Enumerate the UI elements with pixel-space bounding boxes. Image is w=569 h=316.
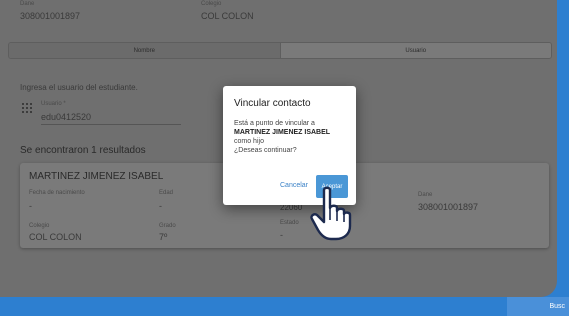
grid-icon xyxy=(22,100,32,118)
search-button[interactable]: Busc xyxy=(507,297,569,316)
card-dane-value: 308001001897 xyxy=(418,202,479,212)
card-colegio-label: Colegio xyxy=(29,223,50,229)
card-colegio-value: COL COLON xyxy=(29,232,82,242)
dialog-line-2: como hijo xyxy=(234,138,264,145)
estado-label: Estado xyxy=(280,220,299,226)
search-instruction: Ingresa el usuario del estudiante. xyxy=(20,83,138,92)
colegio-label: Colegio xyxy=(201,1,222,7)
cancel-button[interactable]: Cancelar xyxy=(280,182,308,189)
dialog-title: Vincular contacto xyxy=(234,98,311,109)
grado-value: 7º xyxy=(159,232,168,242)
student-name: MARTINEZ JIMENEZ ISABEL xyxy=(29,171,164,182)
colegio-value: COL COLON xyxy=(201,11,254,21)
grado-label: Grado xyxy=(159,223,176,229)
fecha-label: Fecha de nacimiento xyxy=(29,190,85,196)
dialog-student-name: MARTINEZ JIMENEZ ISABEL xyxy=(234,129,331,136)
card-dane-label: Dane xyxy=(418,192,433,198)
toggle-usuario[interactable]: Usuario xyxy=(279,43,551,58)
dialog-body: Está a punto de vincular a MARTINEZ JIME… xyxy=(234,119,352,155)
edad-value: - xyxy=(159,201,162,211)
usuario-input-underline xyxy=(41,124,181,125)
dane-value: 308001001897 xyxy=(20,11,81,21)
dialog-line-3: ¿Deseas continuar? xyxy=(234,147,297,154)
search-mode-toggle: Nombre Usuario xyxy=(8,42,552,59)
dialog-line-1: Está a punto de vincular a xyxy=(234,120,315,127)
page-overlay: Dane 308001001897 Colegio COL COLON Nomb… xyxy=(0,0,557,297)
toggle-nombre[interactable]: Nombre xyxy=(9,43,280,58)
usuario-field-label: Usuario * xyxy=(41,101,66,107)
hand-cursor-icon xyxy=(310,186,352,246)
results-heading: Se encontraron 1 resultados xyxy=(20,145,146,156)
edad-label: Edad xyxy=(159,190,174,196)
estado-value: - xyxy=(280,230,283,240)
usuario-input[interactable]: edu0412520 xyxy=(41,112,91,122)
dane-label: Dane xyxy=(20,1,35,7)
fecha-value: - xyxy=(29,201,32,211)
